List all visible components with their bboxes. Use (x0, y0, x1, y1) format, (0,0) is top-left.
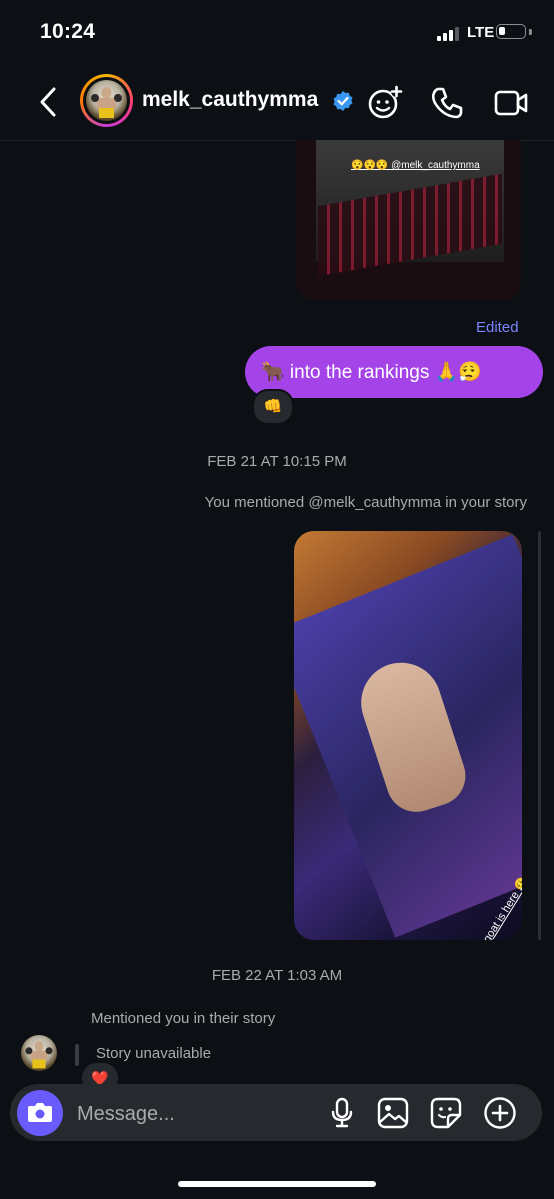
camera-button[interactable] (17, 1090, 63, 1136)
quote-bar (75, 1044, 79, 1066)
network-type: LTE (467, 24, 495, 41)
story-caption: 😯😯😯 @melk_cauthymma (351, 160, 480, 171)
microphone-icon (331, 1097, 353, 1128)
video-call-button[interactable] (494, 88, 528, 118)
contact-name[interactable]: melk_cauthymma (142, 88, 318, 112)
their-mention-note: Mentioned you in their story (91, 1010, 276, 1027)
mention-note: You mentioned @melk_cauthymma in your st… (204, 494, 527, 511)
sent-message-text: 🐂 into the rankings 🙏😮‍💨 (261, 362, 482, 383)
sender-avatar[interactable] (21, 1035, 57, 1071)
scrollbar[interactable] (538, 531, 541, 940)
story-reply-thumbnail[interactable]: 😯😯😯 @melk_cauthymma (296, 140, 521, 300)
video-camera-icon (494, 90, 528, 116)
fighter-avatar-image (91, 87, 122, 118)
phone-icon (431, 87, 463, 119)
audio-call-button[interactable] (430, 86, 464, 120)
effects-icon (368, 85, 403, 119)
gallery-icon (377, 1097, 409, 1129)
battery-tip (529, 29, 532, 35)
effects-button[interactable] (367, 85, 403, 121)
message-reaction[interactable]: 👊 (252, 389, 294, 425)
timestamp: FEB 21 AT 10:15 PM (207, 453, 347, 470)
message-input[interactable] (75, 1100, 319, 1128)
verified-badge-icon (332, 90, 354, 112)
sticker-icon (430, 1097, 462, 1129)
contact-avatar[interactable] (80, 74, 133, 127)
timestamp: FEB 22 AT 1:03 AM (211, 967, 343, 984)
fighter-avatar-image (25, 1041, 53, 1069)
home-indicator (178, 1181, 376, 1187)
plus-icon (484, 1097, 516, 1129)
story-mention-thumbnail[interactable]: your goat is here 😮‍💨 @melk_cauthymma (294, 531, 522, 940)
camera-icon (28, 1103, 52, 1122)
chevron-left-icon (40, 87, 56, 117)
story-unavailable-text: Story unavailable (96, 1045, 212, 1062)
status-time: 10:24 (40, 20, 96, 43)
edited-label: Edited (476, 319, 519, 336)
sent-message-bubble[interactable]: 🐂 into the rankings 🙏😮‍💨 (245, 346, 543, 398)
cellular-signal-icon (437, 27, 463, 41)
gallery-button[interactable] (377, 1097, 409, 1129)
back-button[interactable] (38, 86, 58, 118)
battery-icon (496, 24, 526, 39)
sticker-button[interactable] (430, 1097, 462, 1129)
voice-message-button[interactable] (330, 1097, 354, 1129)
more-options-button[interactable] (483, 1096, 517, 1130)
